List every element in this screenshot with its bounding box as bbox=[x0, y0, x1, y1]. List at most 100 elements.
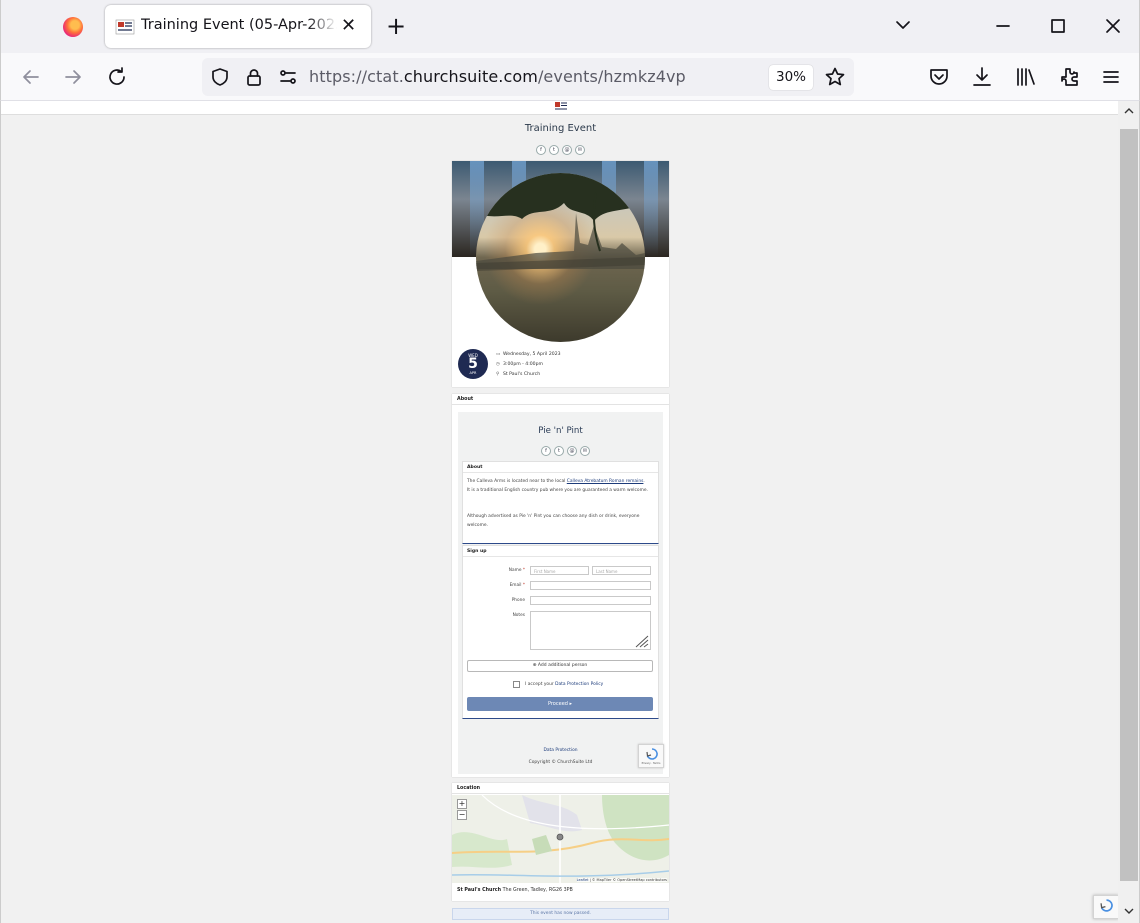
active-tab[interactable]: Training Event (05-Apr-2023) · ChurchSui… bbox=[105, 5, 371, 48]
event-hero-card: WED 5 APR ▭ Wednesday, 5 April 2023 ◷ 3:00… bbox=[452, 161, 669, 387]
tracking-shield-icon[interactable] bbox=[210, 67, 230, 87]
tab-bar: Training Event (05-Apr-2023) · ChurchSui… bbox=[0, 0, 1140, 53]
email-label-text: Email bbox=[509, 583, 522, 588]
embedded-about-card: About The Calleva Arms is located near t… bbox=[462, 461, 659, 544]
event-passed-notice: This event has now passed. bbox=[452, 908, 669, 920]
url-host: churchsuite.com bbox=[403, 67, 538, 86]
lock-icon[interactable] bbox=[244, 67, 264, 87]
email-label: Email * bbox=[509, 583, 525, 588]
page-recaptcha-badge[interactable] bbox=[1093, 895, 1119, 919]
name-label-text: Name bbox=[508, 568, 522, 573]
recaptcha-icon bbox=[1100, 899, 1113, 912]
accept-prefix: I accept your bbox=[525, 682, 556, 687]
facebook-share-icon[interactable]: f bbox=[536, 145, 546, 155]
maximize-icon[interactable] bbox=[1046, 14, 1070, 38]
tab-title: Training Event (05-Apr-2023) · ChurchSui… bbox=[141, 17, 337, 33]
last-name-input[interactable]: Last Name bbox=[592, 566, 651, 575]
data-protection-link[interactable]: Data Protection bbox=[458, 748, 663, 753]
resize-handle-icon[interactable] bbox=[631, 634, 649, 648]
tab-close-icon[interactable]: ✕ bbox=[341, 16, 356, 36]
add-person-label: Add additional person bbox=[537, 663, 588, 668]
page-scrollbar[interactable] bbox=[1118, 101, 1139, 923]
recaptcha-text: Privacy · Terms bbox=[641, 762, 661, 765]
map-pin-icon: ⚲ bbox=[496, 372, 500, 377]
page-viewport: Training Event f t @ ✉ WED 5 APR ▭ Wednes… bbox=[0, 101, 1140, 923]
permissions-icon[interactable] bbox=[278, 67, 298, 87]
bookmark-star-icon[interactable] bbox=[824, 66, 846, 88]
map-attribution: Leaflet | © MapTiler © OpenStreetMap con… bbox=[576, 878, 667, 882]
attribution-text: | © MapTiler © OpenStreetMap contributor… bbox=[588, 878, 667, 882]
about-section: About Pie 'n' Pint f t @ ✉ About The Cal… bbox=[452, 394, 669, 777]
event-image bbox=[476, 173, 645, 342]
add-person-button[interactable]: ⊕ Add additional person bbox=[467, 660, 653, 672]
event-location: ⚲ St Paul's Church bbox=[496, 372, 540, 377]
calendar-icon: ▭ bbox=[496, 352, 501, 357]
share-buttons: f t @ ✉ bbox=[536, 145, 585, 155]
downloads-icon[interactable] bbox=[970, 65, 994, 89]
back-arrow-icon[interactable] bbox=[19, 65, 43, 89]
signup-heading: Sign up bbox=[463, 546, 658, 557]
app-menu-icon[interactable] bbox=[1099, 65, 1123, 89]
list-all-tabs-icon[interactable] bbox=[894, 16, 912, 34]
church-logo-icon[interactable] bbox=[554, 101, 568, 111]
accept-policy-checkbox[interactable] bbox=[513, 681, 520, 688]
data-protection-policy-link[interactable]: Data Protection Policy bbox=[555, 682, 603, 687]
proceed-button[interactable]: Proceed ▸ bbox=[467, 697, 653, 711]
map-zoom-out-button[interactable]: − bbox=[457, 810, 467, 820]
firefox-logo-icon[interactable] bbox=[63, 17, 83, 37]
zoom-level-button[interactable]: 30% bbox=[769, 65, 813, 90]
minimize-icon[interactable] bbox=[991, 14, 1015, 38]
event-time: ◷ 3:00pm - 4:00pm bbox=[496, 362, 543, 367]
about-paragraph-2: Although advertised as Pie 'n' Pint you … bbox=[467, 514, 640, 528]
date-badge-day: 5 bbox=[468, 356, 478, 372]
email-share-icon[interactable]: ✉ bbox=[575, 145, 585, 155]
accept-policy-label: I accept your Data Protection Policy bbox=[525, 682, 603, 687]
facebook-share-icon[interactable]: f bbox=[541, 446, 551, 456]
new-tab-icon[interactable]: + bbox=[386, 12, 406, 40]
email-share-icon[interactable]: ✉ bbox=[580, 446, 590, 456]
navigation-toolbar: https://ctat.churchsuite.com/events/hzmk… bbox=[0, 53, 1140, 101]
event-date-text: Wednesday, 5 April 2023 bbox=[503, 352, 561, 357]
roman-remains-link[interactable]: Calleva Atrebatum Roman remains bbox=[567, 479, 644, 484]
map-zoom-in-button[interactable]: + bbox=[457, 799, 467, 809]
scroll-down-arrow-icon[interactable] bbox=[1123, 905, 1135, 917]
first-name-input[interactable]: First Name bbox=[530, 566, 589, 575]
embedded-event-title: Pie 'n' Pint bbox=[538, 426, 583, 436]
twitter-share-icon[interactable]: t bbox=[549, 145, 559, 155]
link-share-icon[interactable]: @ bbox=[567, 446, 577, 456]
notes-textarea[interactable] bbox=[530, 611, 651, 650]
pocket-icon[interactable] bbox=[927, 65, 951, 89]
scrollbar-thumb[interactable] bbox=[1120, 129, 1138, 881]
url-prefix: https://ctat. bbox=[309, 67, 404, 86]
url-bar[interactable]: https://ctat.churchsuite.com/events/hzmk… bbox=[202, 58, 854, 96]
email-input[interactable] bbox=[530, 581, 651, 590]
recaptcha-badge[interactable]: Privacy · Terms bbox=[638, 744, 664, 768]
location-section: Location + − Leaflet | © MapTiler © Open… bbox=[452, 783, 669, 901]
link-share-icon[interactable]: @ bbox=[562, 145, 572, 155]
location-address: St Paul's Church The Green, Tadley, RG26… bbox=[457, 888, 573, 893]
recaptcha-icon bbox=[646, 748, 658, 760]
event-title: Training Event bbox=[524, 123, 597, 134]
phone-input[interactable] bbox=[530, 596, 651, 605]
para1-text-before: The Calleva Arms is located near to the … bbox=[467, 479, 567, 484]
location-map[interactable]: + − Leaflet | © MapTiler © OpenStreetMap… bbox=[452, 795, 669, 883]
location-heading: Location bbox=[452, 783, 669, 794]
twitter-share-icon[interactable]: t bbox=[554, 446, 564, 456]
forward-arrow-icon[interactable] bbox=[61, 65, 85, 89]
phone-label: Phone bbox=[511, 598, 525, 603]
name-label: Name * bbox=[508, 568, 525, 573]
library-icon[interactable] bbox=[1014, 65, 1038, 89]
embedded-about-heading: About bbox=[463, 462, 658, 473]
scroll-up-arrow-icon[interactable] bbox=[1123, 105, 1135, 117]
embedded-event: Pie 'n' Pint f t @ ✉ About The Calleva A… bbox=[458, 412, 664, 774]
event-time-text: 3:00pm - 4:00pm bbox=[503, 362, 543, 367]
tree-silhouette bbox=[476, 173, 645, 271]
leaflet-link[interactable]: Leaflet bbox=[577, 878, 589, 882]
site-header bbox=[1, 101, 1118, 115]
url-path: /events/hzmkz4vp bbox=[537, 67, 686, 86]
extensions-icon[interactable] bbox=[1057, 65, 1081, 89]
close-window-icon[interactable] bbox=[1101, 14, 1125, 38]
embedded-share-buttons: f t @ ✉ bbox=[541, 446, 590, 456]
url-text[interactable]: https://ctat.churchsuite.com/events/hzmk… bbox=[309, 67, 686, 86]
reload-icon[interactable] bbox=[105, 65, 129, 89]
